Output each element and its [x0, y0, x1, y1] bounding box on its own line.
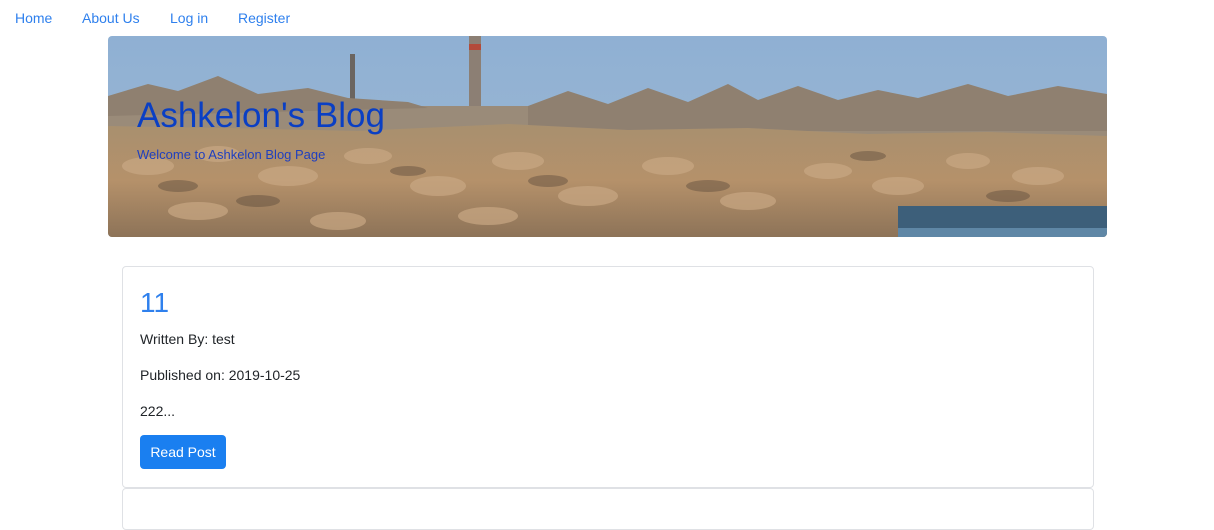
post-excerpt: 222... [140, 403, 176, 419]
nav-about-link[interactable]: About Us [82, 10, 140, 26]
hero-background-image [108, 36, 1107, 237]
hero-banner: Ashkelon's Blog Welcome to Ashkelon Blog… [108, 36, 1107, 237]
next-post-card [122, 488, 1094, 530]
post-card: 11 Written By: test Published on: 2019-1… [122, 266, 1094, 488]
nav-home-link[interactable]: Home [15, 10, 52, 26]
blog-subtitle: Welcome to Ashkelon Blog Page [137, 147, 326, 162]
nav-login-link[interactable]: Log in [170, 10, 208, 26]
top-navigation: Home About Us Log in Register [0, 0, 1214, 36]
blog-title: Ashkelon's Blog [137, 96, 385, 135]
read-post-button[interactable]: Read Post [140, 435, 226, 469]
post-title: 11 [140, 287, 170, 318]
nav-register-link[interactable]: Register [238, 10, 290, 26]
post-author: Written By: test [140, 331, 235, 347]
post-date: Published on: 2019-10-25 [140, 367, 301, 383]
